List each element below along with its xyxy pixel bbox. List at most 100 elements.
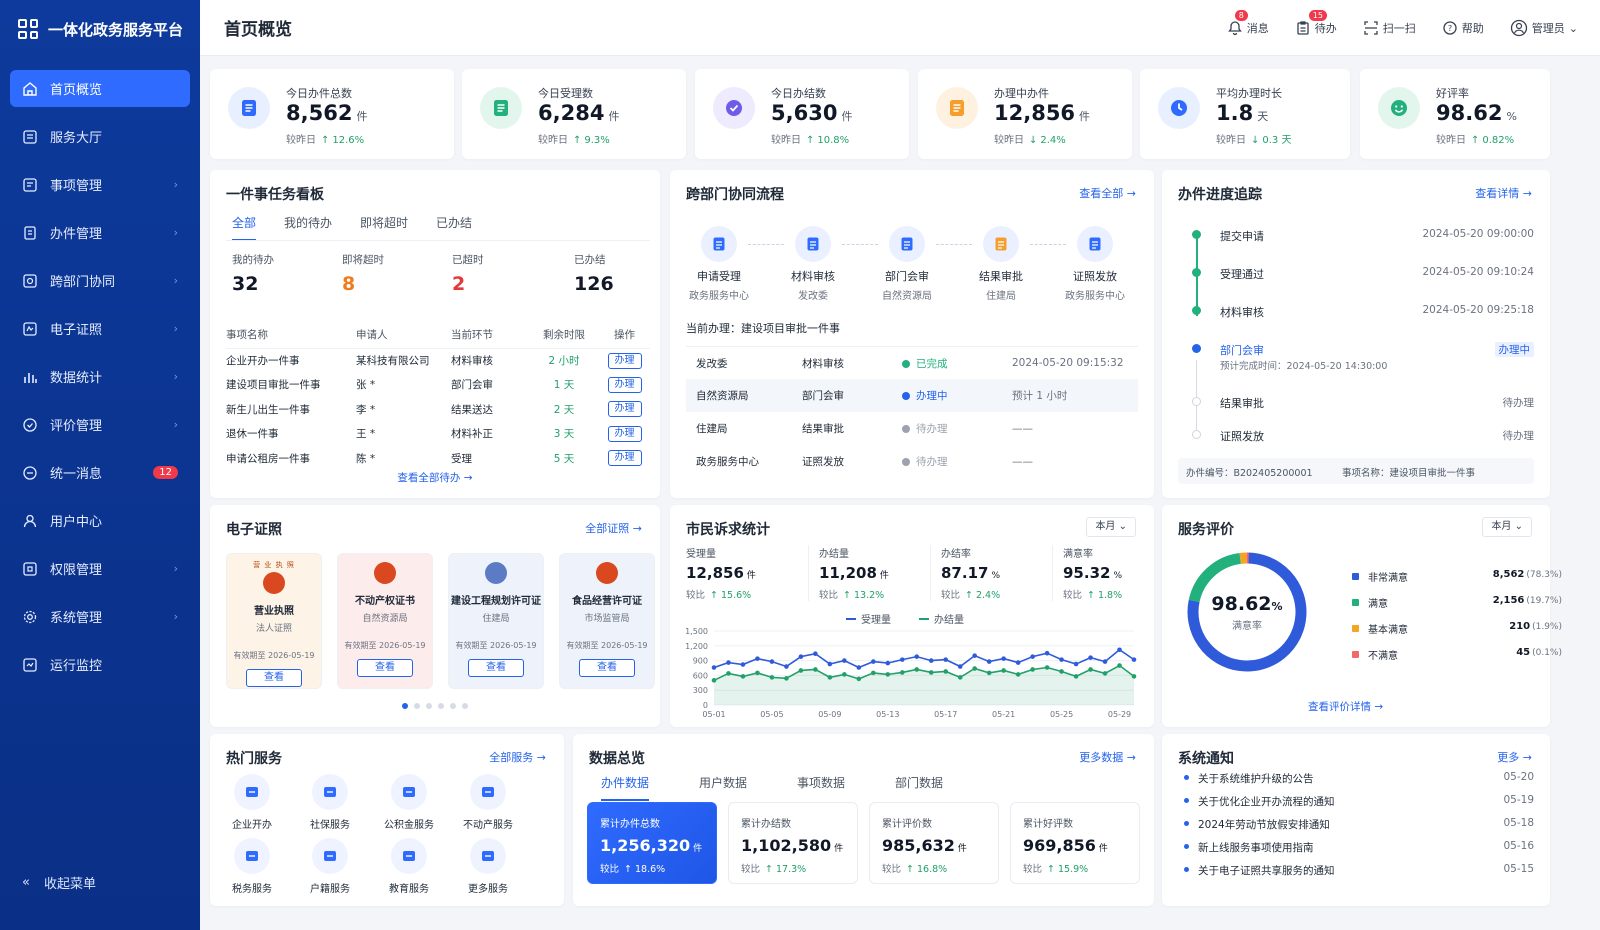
hot-service-6[interactable]: 教育服务 <box>379 838 439 895</box>
sidebar-item-12[interactable]: 运行监控 <box>10 646 190 683</box>
overview-tab-2[interactable]: 事项数据 <box>797 774 845 801</box>
sidebar-item-4[interactable]: 跨部门协同 › <box>10 262 190 299</box>
overview-delta: ↑ 15.9% <box>1047 864 1089 875</box>
task-cell-text: 3 天 <box>553 428 575 441</box>
task-cell: 材料补正 <box>451 422 529 447</box>
task-tab-0[interactable]: 全部 <box>232 214 257 241</box>
overview-change: 较比 ↑ 16.8% <box>882 861 986 875</box>
todo-button[interactable]: 15 待办 <box>1295 10 1337 36</box>
flow-step-dept: 自然资源局 <box>882 291 932 302</box>
collapse-menu-button[interactable]: « 收起菜单 <box>22 873 96 892</box>
view-progress-detail-link[interactable]: 查看详情 → <box>1475 185 1532 201</box>
more-data-link[interactable]: 更多数据 → <box>1079 749 1136 765</box>
flow-step-2[interactable]: 部门会审 自然资源局 <box>862 226 952 302</box>
cert-card-2[interactable]: 建设工程规划许可证 住建局 有效期至 2026-05-19 查看 <box>448 553 544 689</box>
flow-step-name: 结果审批 <box>979 270 1023 283</box>
view-cert-button[interactable]: 查看 <box>579 659 635 677</box>
overview-tab-0[interactable]: 办件数据 <box>601 774 650 801</box>
stat-value-wrap: 6,284 件 <box>538 101 619 125</box>
help-button[interactable]: ? 帮助 <box>1442 20 1484 36</box>
task-count-1[interactable]: 即将超时 8 <box>342 252 384 295</box>
handle-button[interactable]: 办理 <box>607 450 642 467</box>
metric-value-wrap: 95.32% <box>1063 564 1172 582</box>
notice-item[interactable]: 新上线服务事项使用指南 05-16 <box>1184 840 1534 854</box>
data-point <box>1131 674 1137 679</box>
trend-arrow-icon: ↑ <box>573 135 582 146</box>
task-tab-1[interactable]: 我的待办 <box>284 214 332 241</box>
file-icon <box>22 225 38 241</box>
sidebar-item-8[interactable]: 统一消息 12 <box>10 454 190 491</box>
task-count-3[interactable]: 已办结 126 <box>574 252 614 295</box>
view-all-flow-link[interactable]: 查看全部 → <box>1079 185 1136 201</box>
sidebar-item-6[interactable]: 数据统计 › <box>10 358 190 395</box>
handle-button[interactable]: 办理 <box>607 352 642 369</box>
handle-button[interactable]: 办理 <box>607 401 642 418</box>
messages-button[interactable]: 8 消息 <box>1227 10 1269 36</box>
sidebar-item-5[interactable]: 电子证照 › <box>10 310 190 347</box>
task-tab-3[interactable]: 已办结 <box>436 214 472 241</box>
notice-item[interactable]: 关于系统维护升级的公告 05-20 <box>1184 771 1534 785</box>
task-count-0[interactable]: 我的待办 32 <box>232 252 274 295</box>
flow-step-4[interactable]: 证照发放 政务服务中心 <box>1050 226 1140 302</box>
sidebar-item-3[interactable]: 办件管理 › <box>10 214 190 251</box>
notice-text: 关于优化企业开办流程的通知 <box>1198 796 1335 808</box>
overview-card-3: 累计好评数 969,856 件较比 ↑ 15.9% <box>1010 802 1140 884</box>
scan-button[interactable]: 扫一扫 <box>1363 20 1416 36</box>
rating-period-select[interactable]: 本月 ⌄ <box>1482 517 1532 537</box>
hot-service-2[interactable]: 公积金服务 <box>379 774 439 831</box>
cert-card-0[interactable]: 营 业 执 照营业执照 法人证照 有效期至 2026-05-19 查看 <box>226 553 322 689</box>
hot-service-3[interactable]: 不动产服务 <box>458 774 518 831</box>
user-menu[interactable]: 管理员 ⌄ <box>1510 19 1578 37</box>
hot-service-1[interactable]: 社保服务 <box>300 774 360 831</box>
flow-step-1[interactable]: 材料审核 发改委 <box>768 226 858 302</box>
sidebar-item-7[interactable]: 评价管理 › <box>10 406 190 443</box>
view-all-todo-link[interactable]: 查看全部待办 → <box>210 470 660 485</box>
sidebar-item-1[interactable]: 服务大厅 <box>10 118 190 155</box>
hot-service-4[interactable]: 税务服务 <box>222 838 282 895</box>
task-cell: 企业开办一件事 <box>226 348 356 373</box>
sidebar-item-2[interactable]: 事项管理 › <box>10 166 190 203</box>
handle-button[interactable]: 办理 <box>607 425 642 442</box>
cert-card-1[interactable]: 不动产权证书 自然资源局 有效期至 2026-05-19 查看 <box>337 553 433 689</box>
flow-step-0[interactable]: 申请受理 政务服务中心 <box>674 226 764 302</box>
view-cert-button[interactable]: 查看 <box>357 659 413 677</box>
hot-service-0[interactable]: 企业开办 <box>222 774 282 831</box>
overview-tab-1[interactable]: 用户数据 <box>699 774 747 801</box>
hot-service-7[interactable]: 更多服务 <box>458 838 518 895</box>
notice-item[interactable]: 关于电子证照共享服务的通知 05-15 <box>1184 863 1534 877</box>
handle-button[interactable]: 办理 <box>607 376 642 393</box>
data-point <box>1059 657 1064 662</box>
view-cert-button[interactable]: 查看 <box>246 669 302 687</box>
data-point <box>726 671 731 676</box>
flow-step-3[interactable]: 结果审批 住建局 <box>956 226 1046 302</box>
hot-service-5[interactable]: 户籍服务 <box>300 838 360 895</box>
more-notice-link[interactable]: 更多 → <box>1497 749 1532 765</box>
sidebar-item-11[interactable]: 系统管理 › <box>10 598 190 635</box>
sidebar-item-10[interactable]: 权限管理 › <box>10 550 190 587</box>
all-certs-link[interactable]: 全部证照 → <box>585 520 642 536</box>
flow-step-icon <box>1077 226 1113 262</box>
appeal-period-value: 本月 <box>1095 521 1116 532</box>
flow-step-name: 部门会审 <box>885 270 929 283</box>
top-bar: 首页概览 8 消息 15 待办 扫一扫 ? 帮助 管理员 ⌄ <box>200 0 1600 56</box>
view-rating-detail-link[interactable]: 查看评价详情 → <box>1308 699 1383 714</box>
chevron-right-icon: › <box>173 562 178 575</box>
task-count-2[interactable]: 已超时 2 <box>452 252 484 295</box>
building-icon <box>470 774 506 810</box>
view-cert-button[interactable]: 查看 <box>468 659 524 677</box>
overview-change: 较比 ↑ 15.9% <box>1023 861 1127 875</box>
carousel-dots[interactable] <box>210 703 660 709</box>
all-services-link[interactable]: 全部服务 → <box>489 749 546 765</box>
task-tab-2[interactable]: 即将超时 <box>360 214 408 241</box>
data-point <box>1059 669 1064 674</box>
notice-item[interactable]: 关于优化企业开办流程的通知 05-19 <box>1184 794 1534 808</box>
cert-card-3[interactable]: 食品经营许可证 市场监管局 有效期至 2026-05-19 查看 <box>559 553 655 689</box>
timeline-step: 证照发放 <box>1220 430 1264 443</box>
appeal-period-select[interactable]: 本月 ⌄ <box>1086 517 1136 537</box>
sidebar-item-0[interactable]: 首页概览 <box>10 70 190 107</box>
data-point <box>798 654 804 659</box>
notice-item[interactable]: 2024年劳动节放假安排通知 05-18 <box>1184 817 1534 831</box>
sidebar-item-9[interactable]: 用户中心 <box>10 502 190 539</box>
app-logo[interactable]: 一体化政务服务平台 <box>0 0 200 58</box>
overview-tab-3[interactable]: 部门数据 <box>895 774 943 801</box>
